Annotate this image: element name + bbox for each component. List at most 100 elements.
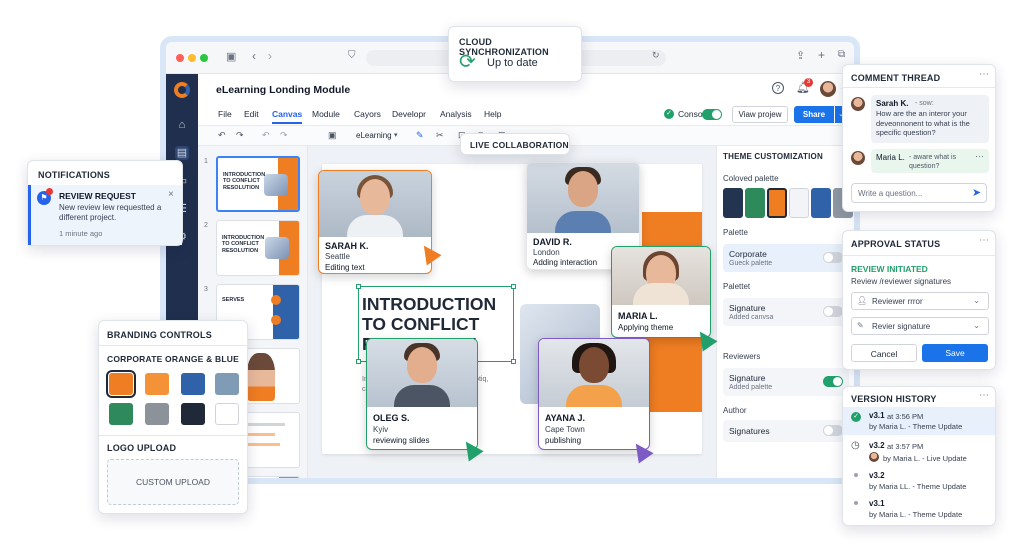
minimize-dot[interactable] [188,54,196,62]
slide-thumb-2[interactable]: INTRODUCTION TO CONFLICT RESOLUTION [216,220,300,276]
menu-canvas[interactable]: Canvas [272,109,303,124]
version-time: at 3:57 PM [887,442,924,451]
brand-swatch[interactable] [215,373,239,395]
pen-icon[interactable]: ✎ [416,130,424,141]
more-icon[interactable]: ⋯ [979,235,989,246]
home-icon[interactable]: ⌂ [175,118,189,132]
scissors-icon[interactable]: ✂ [436,130,444,141]
comment-more-icon[interactable]: ⋯ [975,151,984,162]
help-icon[interactable]: ? [772,82,784,94]
logo-upload-title: LOGO UPLOAD [107,443,177,453]
color-palette [723,188,854,218]
brand-swatch[interactable] [215,403,239,425]
collaborator-card-oleg: OLEG S. Kyiv reviewing slides [366,338,478,450]
collaborator-city: Cape Town [545,425,585,434]
notification-item[interactable]: ⚑ REVIEW REQUEST × New review lew reques… [28,185,182,245]
sync-status: Up to date [487,57,538,69]
signature-toggle[interactable] [823,306,843,317]
menu-edit[interactable]: Edit [244,109,259,119]
brand-swatch[interactable] [145,373,169,395]
version-item[interactable]: v3.1 by Maria L. - Theme Update [843,497,995,523]
menu-help[interactable]: Help [484,109,501,119]
reviewer-select[interactable]: 👤︎ Reviewer rrror ⌄ [851,292,989,310]
chevron-down-icon: ⌄ [973,321,980,330]
close-notification-icon[interactable]: × [168,189,174,200]
share-page-icon[interactable]: ⇪ [796,49,805,62]
approval-title: APPROVAL STATUS [851,239,941,249]
more-icon[interactable]: ⋯ [979,390,989,401]
reviewer-signature-toggle[interactable] [823,376,843,387]
collaborator-photo [539,339,649,407]
option-signatures[interactable]: Signatures [723,420,849,442]
author-avatar [869,452,879,462]
back-icon[interactable]: ‹ [252,49,256,63]
theme-panel: THEME CUSTOMIZATION Coloved palette Pale… [716,146,854,478]
reload-icon[interactable]: ↻ [652,50,660,61]
brand-swatch[interactable] [145,403,169,425]
maximize-dot[interactable] [200,54,208,62]
comment-input[interactable]: Write a question... ➤ [851,183,987,203]
send-icon[interactable]: ➤ [972,186,981,199]
new-tab-icon[interactable]: + [818,48,825,62]
save-button[interactable]: Save [922,344,988,362]
timeline-dot [854,501,858,505]
user-avatar[interactable] [820,81,836,97]
palette-swatch[interactable] [723,188,743,218]
approval-card: APPROVAL STATUS ⋯ REVIEW INITIATED Revie… [842,230,996,370]
tabs-icon[interactable]: ⧉ [838,49,845,60]
brand-swatch[interactable] [109,403,133,425]
option-signature[interactable]: Signature Added canvsa [723,298,849,326]
share-button[interactable]: Share [794,106,834,123]
chevron-down-icon: ⌄ [973,296,980,305]
dropdown-chevron-icon[interactable]: ▾ [394,131,398,139]
collaborator-city: Kyiv [373,425,389,434]
undo-icon[interactable]: ↶ [218,130,226,141]
image-icon[interactable]: ▣ [328,130,337,141]
brand-swatch[interactable] [181,373,205,395]
collaborator-name: AYANA J. [545,413,586,423]
menu-module[interactable]: Module [312,109,340,119]
slides-icon[interactable]: ▤ [175,146,189,160]
menu-file[interactable]: File [218,109,232,119]
option-corporate[interactable]: Corporate Gueck palette [723,244,849,272]
version-item-active[interactable]: ✓ v3.1 at 3:56 PM by Maria L. - Theme Up… [843,407,995,435]
menu-developr[interactable]: Developr [392,109,426,119]
collaborator-city: London [533,248,560,257]
palette-swatch[interactable] [789,188,809,218]
pen-icon: ✎ [857,321,864,330]
template-dropdown[interactable]: eLearning [356,131,392,140]
signature-select[interactable]: ✎ Revier signature ⌄ [851,317,989,335]
cancel-button[interactable]: Cancel [851,344,917,362]
demo-toggle[interactable] [702,109,722,120]
redo-icon[interactable]: ↷ [236,130,244,141]
palette-swatch[interactable] [745,188,765,218]
slide-thumb-1[interactable]: INTRODUCTION TO CONFLICT RESOLUTION [216,156,300,212]
brand-swatch[interactable] [181,403,205,425]
collaborator-action: publishing [545,436,582,445]
comment-thread-card: COMMENT THREAD ⋯ Sarah K. - sow: How are… [842,64,996,212]
corporate-toggle[interactable] [823,252,843,263]
palette-swatch[interactable] [767,188,787,218]
forward-icon[interactable]: › [268,49,272,63]
version-number: v3.1 [869,499,885,508]
palette-name: CORPORATE ORANGE & BLUE [107,354,239,364]
more-icon[interactable]: ⋯ [979,69,989,80]
sync-icon: ⟳ [459,51,476,73]
signatures-toggle[interactable] [823,425,843,436]
approval-subtitle: Review /reviewer signatures [851,277,952,286]
brand-swatch[interactable] [106,370,136,398]
palette-swatch[interactable] [811,188,831,218]
menu-analysis[interactable]: Analysis [440,109,472,119]
menu-cayors[interactable]: Cayors [354,109,381,119]
close-dot[interactable] [176,54,184,62]
view-project-button[interactable]: Viaw projew [732,106,788,123]
notification-heading: REVIEW REQUEST [59,191,136,201]
sidebar-toggle-icon[interactable]: ▣ [226,50,236,63]
notifications-title: NOTIFICATIONS [38,170,110,180]
option-label: Signature [729,373,766,383]
option-reviewer-signature[interactable]: Signature Added palette [723,368,849,396]
branding-title: BRANDING CONTROLS [107,330,212,340]
custom-upload-dropzone[interactable]: CUSTOM UPLOAD [107,459,239,505]
version-item[interactable]: ◷ v3.2 at 3:57 PM by Maria L. - Live Upd… [843,437,995,465]
version-item[interactable]: v3.2 by Maria LL. - Theme Update [843,469,995,495]
